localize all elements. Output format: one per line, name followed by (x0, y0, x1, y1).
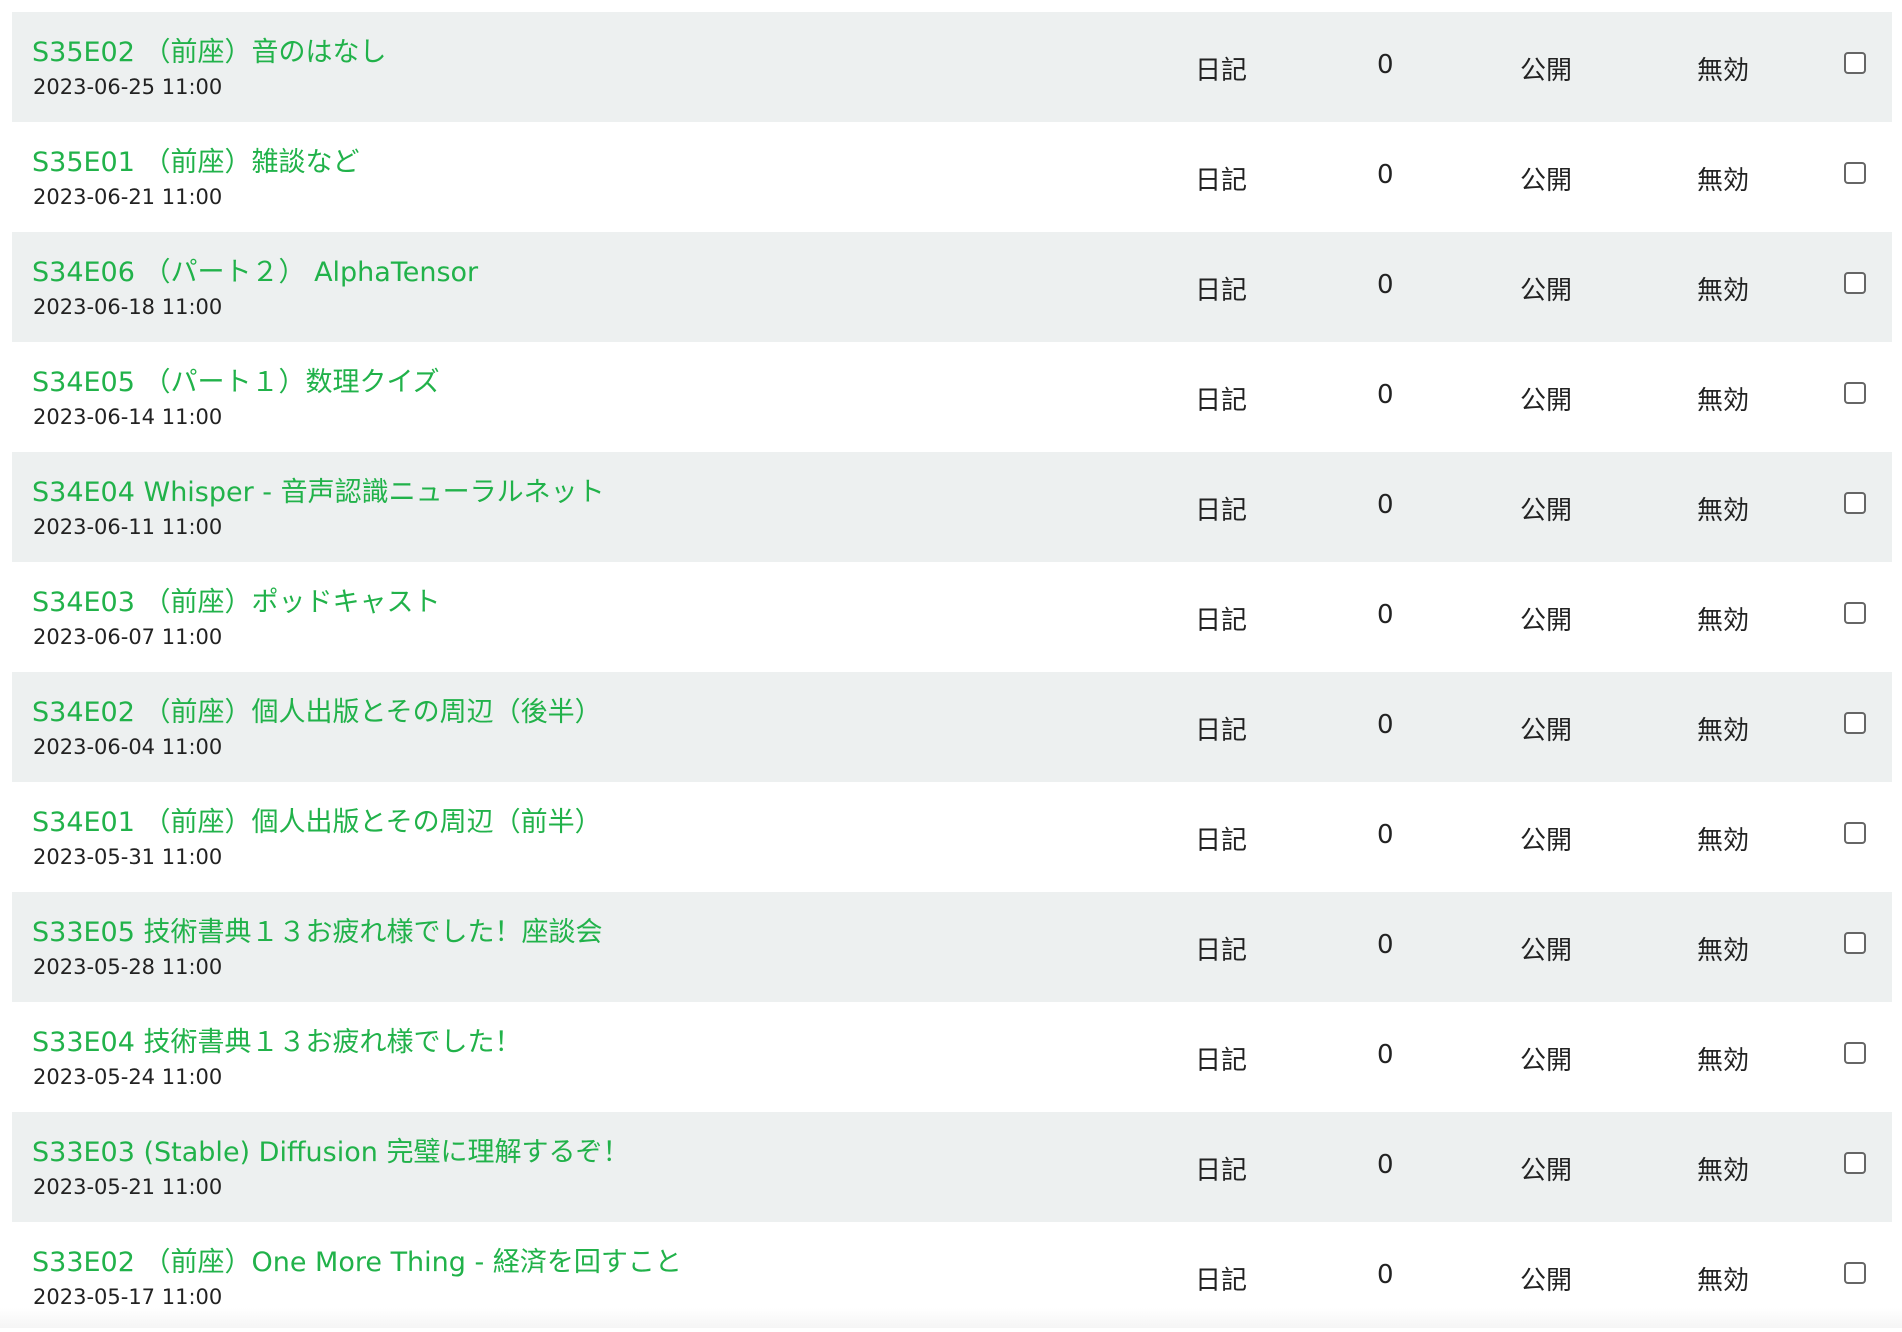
enabled-status: 無効 (1697, 1156, 1750, 1186)
comment-count: 0 (1377, 930, 1394, 960)
episode-title-link[interactable]: S34E04 Whisper - 音声認識ニューラルネット (32, 470, 605, 509)
enabled-status: 無効 (1697, 716, 1750, 746)
category-label: 日記 (1195, 826, 1248, 856)
visibility-status: 公開 (1520, 166, 1573, 196)
category-label: 日記 (1195, 716, 1248, 746)
list-row: S34E01 （前座）個人出版とその周辺（前半） 2023-05-31 11:0… (12, 782, 1892, 892)
episode-date: 2023-05-17 11:00 (33, 1285, 223, 1309)
row-select-checkbox[interactable] (1844, 382, 1866, 404)
episode-title-link[interactable]: S35E02 （前座）音のはなし (32, 30, 387, 69)
episode-date: 2023-06-21 11:00 (33, 185, 223, 209)
visibility-status: 公開 (1520, 1266, 1573, 1296)
visibility-status: 公開 (1520, 826, 1573, 856)
episode-date: 2023-05-21 11:00 (33, 1175, 223, 1199)
episode-title-link[interactable]: S34E03 （前座）ポッドキャスト (32, 580, 441, 619)
comment-count: 0 (1377, 160, 1394, 190)
episode-date: 2023-06-25 11:00 (33, 75, 223, 99)
enabled-status: 無効 (1697, 606, 1750, 636)
episode-title-link[interactable]: S34E05 （パート１）数理クイズ (32, 360, 440, 399)
row-select-checkbox[interactable] (1844, 602, 1866, 624)
row-select-checkbox[interactable] (1844, 492, 1866, 514)
enabled-status: 無効 (1697, 56, 1750, 86)
episode-title-link[interactable]: S34E01 （前座）個人出版とその周辺（前半） (32, 800, 602, 839)
episode-date: 2023-05-24 11:00 (33, 1065, 223, 1089)
visibility-status: 公開 (1520, 1046, 1573, 1076)
list-row: S33E04 技術書典１３お疲れ様でした！ 2023-05-24 11:00 日… (12, 1002, 1892, 1112)
enabled-status: 無効 (1697, 496, 1750, 526)
enabled-status: 無効 (1697, 166, 1750, 196)
visibility-status: 公開 (1520, 716, 1573, 746)
list-row: S34E02 （前座）個人出版とその周辺（後半） 2023-06-04 11:0… (12, 672, 1892, 782)
visibility-status: 公開 (1520, 276, 1573, 306)
list-row: S34E04 Whisper - 音声認識ニューラルネット 2023-06-11… (12, 452, 1892, 562)
comment-count: 0 (1377, 710, 1394, 740)
category-label: 日記 (1195, 1156, 1248, 1186)
episode-title-link[interactable]: S33E02 （前座）One More Thing - 経済を回すこと (32, 1240, 682, 1279)
enabled-status: 無効 (1697, 1046, 1750, 1076)
enabled-status: 無効 (1697, 936, 1750, 966)
category-label: 日記 (1195, 496, 1248, 526)
row-select-checkbox[interactable] (1844, 822, 1866, 844)
enabled-status: 無効 (1697, 386, 1750, 416)
row-select-checkbox[interactable] (1844, 1152, 1866, 1174)
bottom-scroll-fade (0, 1308, 1902, 1328)
episode-date: 2023-05-28 11:00 (33, 955, 223, 979)
category-label: 日記 (1195, 166, 1248, 196)
episode-list: S35E02 （前座）音のはなし 2023-06-25 11:00 日記 0 公… (12, 12, 1892, 1332)
episode-date: 2023-06-07 11:00 (33, 625, 223, 649)
visibility-status: 公開 (1520, 1156, 1573, 1186)
episode-title-link[interactable]: S33E04 技術書典１３お疲れ様でした！ (32, 1020, 522, 1059)
episode-date: 2023-06-14 11:00 (33, 405, 223, 429)
comment-count: 0 (1377, 1040, 1394, 1070)
row-select-checkbox[interactable] (1844, 712, 1866, 734)
visibility-status: 公開 (1520, 496, 1573, 526)
category-label: 日記 (1195, 276, 1248, 306)
enabled-status: 無効 (1697, 276, 1750, 306)
comment-count: 0 (1377, 380, 1394, 410)
category-label: 日記 (1195, 936, 1248, 966)
enabled-status: 無効 (1697, 826, 1750, 856)
category-label: 日記 (1195, 56, 1248, 86)
list-row: S34E03 （前座）ポッドキャスト 2023-06-07 11:00 日記 0… (12, 562, 1892, 672)
list-row: S34E05 （パート１）数理クイズ 2023-06-14 11:00 日記 0… (12, 342, 1892, 452)
episode-title-link[interactable]: S34E02 （前座）個人出版とその周辺（後半） (32, 690, 602, 729)
category-label: 日記 (1195, 606, 1248, 636)
category-label: 日記 (1195, 1266, 1248, 1296)
row-select-checkbox[interactable] (1844, 1042, 1866, 1064)
visibility-status: 公開 (1520, 56, 1573, 86)
episode-date: 2023-06-04 11:00 (33, 735, 223, 759)
row-select-checkbox[interactable] (1844, 1262, 1866, 1284)
episode-title-link[interactable]: S33E05 技術書典１３お疲れ様でした！座談会 (32, 910, 603, 949)
visibility-status: 公開 (1520, 606, 1573, 636)
visibility-status: 公開 (1520, 386, 1573, 416)
row-select-checkbox[interactable] (1844, 52, 1866, 74)
comment-count: 0 (1377, 1260, 1394, 1290)
comment-count: 0 (1377, 270, 1394, 300)
enabled-status: 無効 (1697, 1266, 1750, 1296)
row-select-checkbox[interactable] (1844, 272, 1866, 294)
episode-title-link[interactable]: S35E01 （前座）雑談など (32, 140, 360, 179)
comment-count: 0 (1377, 490, 1394, 520)
episode-title-link[interactable]: S33E03 (Stable) Diffusion 完璧に理解するぞ！ (32, 1130, 629, 1169)
episode-date: 2023-05-31 11:00 (33, 845, 223, 869)
comment-count: 0 (1377, 1150, 1394, 1180)
episode-date: 2023-06-18 11:00 (33, 295, 223, 319)
comment-count: 0 (1377, 820, 1394, 850)
row-select-checkbox[interactable] (1844, 162, 1866, 184)
list-row: S35E02 （前座）音のはなし 2023-06-25 11:00 日記 0 公… (12, 12, 1892, 122)
category-label: 日記 (1195, 1046, 1248, 1076)
comment-count: 0 (1377, 600, 1394, 630)
list-row: S34E06 （パート２） AlphaTensor 2023-06-18 11:… (12, 232, 1892, 342)
comment-count: 0 (1377, 50, 1394, 80)
list-row: S33E03 (Stable) Diffusion 完璧に理解するぞ！ 2023… (12, 1112, 1892, 1222)
list-row: S35E01 （前座）雑談など 2023-06-21 11:00 日記 0 公開… (12, 122, 1892, 232)
row-select-checkbox[interactable] (1844, 932, 1866, 954)
visibility-status: 公開 (1520, 936, 1573, 966)
episode-date: 2023-06-11 11:00 (33, 515, 223, 539)
episode-title-link[interactable]: S34E06 （パート２） AlphaTensor (32, 250, 478, 289)
list-row: S33E05 技術書典１３お疲れ様でした！座談会 2023-05-28 11:0… (12, 892, 1892, 1002)
category-label: 日記 (1195, 386, 1248, 416)
